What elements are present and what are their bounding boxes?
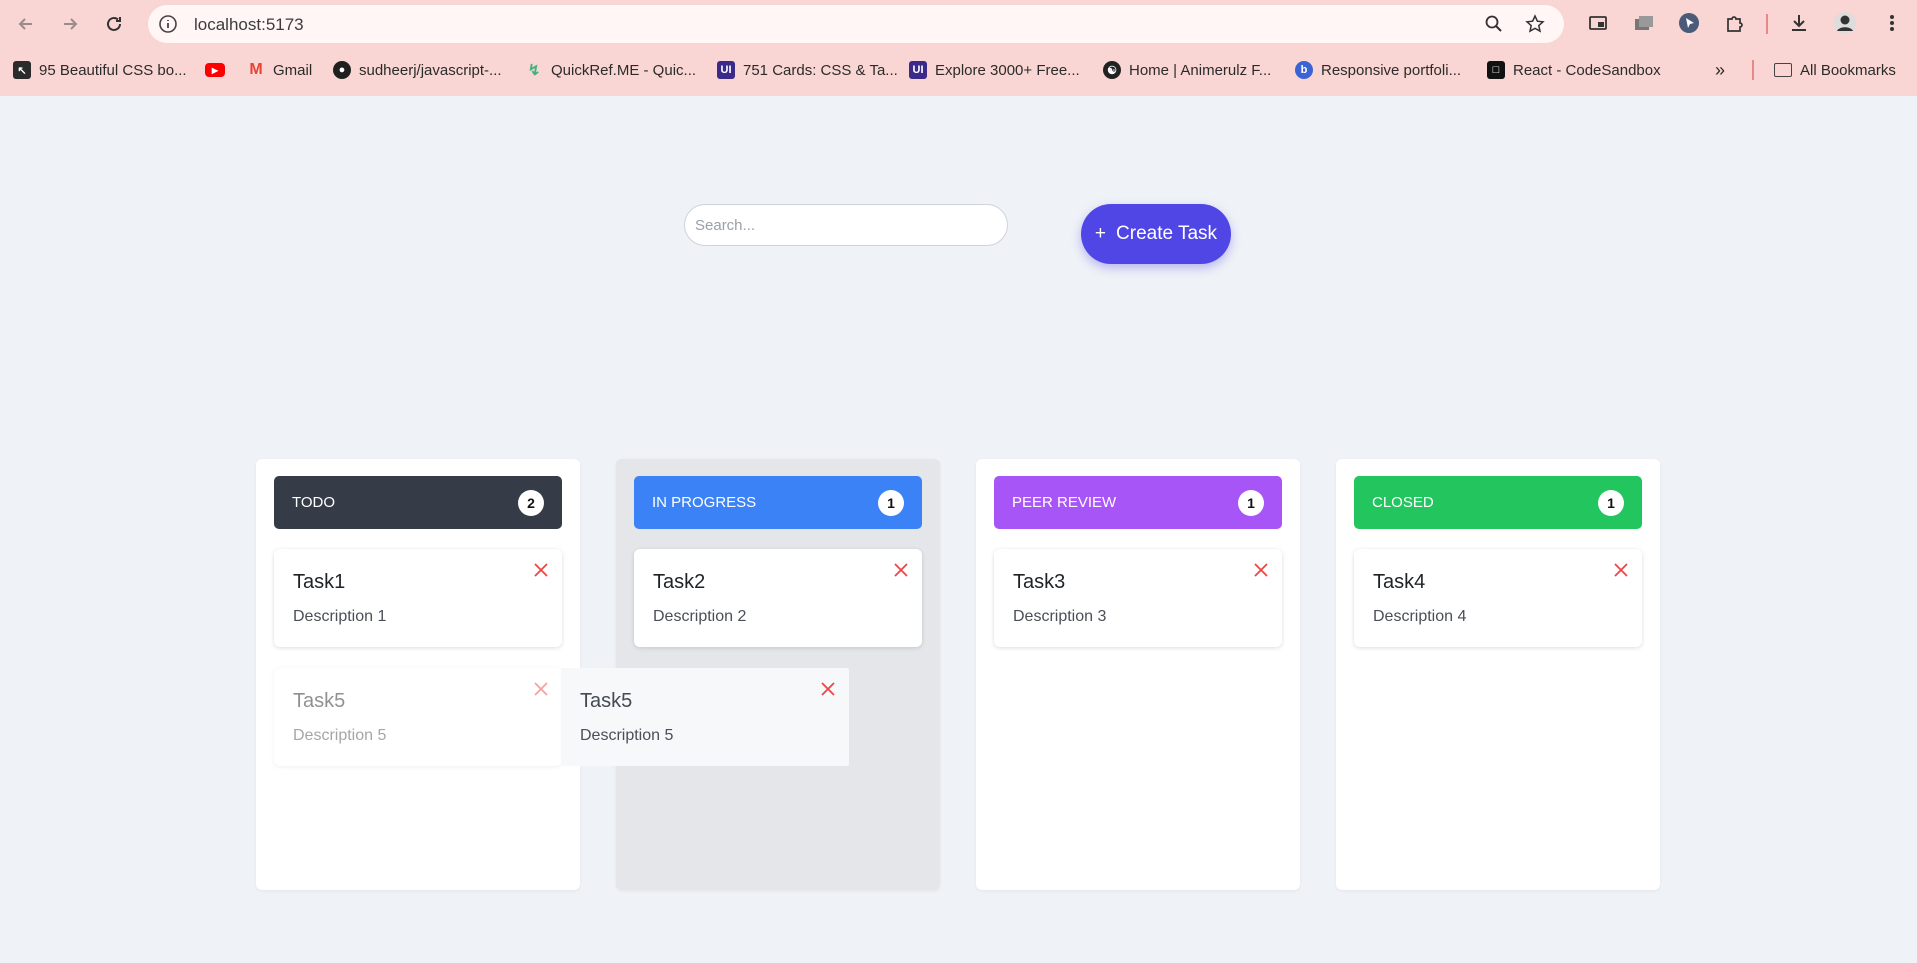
all-bookmarks-folder[interactable]: All Bookmarks <box>1774 56 1896 84</box>
bookmark-label: Home | Animerulz F... <box>1129 61 1272 79</box>
column-header: PEER REVIEW 1 <box>994 476 1282 529</box>
toolbar-divider <box>1766 14 1768 34</box>
codepen-icon: ↖ <box>13 61 31 79</box>
bookmark-item[interactable]: UI 751 Cards: CSS & Ta... <box>717 56 898 84</box>
task-title: Task3 <box>1013 571 1066 593</box>
task-title: Task5 <box>580 690 633 712</box>
bookmark-label: 95 Beautiful CSS bo... <box>39 61 187 79</box>
task-title: Task4 <box>1373 571 1426 593</box>
column-title: CLOSED <box>1372 494 1434 511</box>
task-count-badge: 2 <box>518 489 544 516</box>
delete-task-icon[interactable] <box>818 679 838 699</box>
column-title: IN PROGRESS <box>652 494 757 511</box>
task-description: Description 5 <box>293 727 387 744</box>
extension-cursor-icon[interactable] <box>1677 11 1701 35</box>
delete-task-icon[interactable] <box>891 560 911 580</box>
site-info-icon[interactable] <box>158 14 178 34</box>
delete-task-icon[interactable] <box>531 679 551 699</box>
bookmark-item[interactable]: ↯ QuickRef.ME - Quic... <box>525 56 696 84</box>
delete-task-icon[interactable] <box>1251 560 1271 580</box>
bookmarks-bar: ↖ 95 Beautiful CSS bo... ▶ M Gmail ● sud… <box>0 56 1917 84</box>
extensions-puzzle-icon[interactable] <box>1722 11 1746 35</box>
task-description: Description 3 <box>1013 608 1107 625</box>
bookmark-item[interactable]: UI Explore 3000+ Free... <box>909 56 1080 84</box>
bookmark-label: Explore 3000+ Free... <box>935 61 1080 79</box>
bookmark-item[interactable]: ▶ <box>205 56 233 84</box>
delete-task-icon[interactable] <box>1611 560 1631 580</box>
yinyang-icon: ☯ <box>1103 61 1121 79</box>
address-bar[interactable]: localhost:5173 <box>148 5 1564 43</box>
bookmark-item[interactable]: ↖ 95 Beautiful CSS bo... <box>13 56 187 84</box>
column-title: TODO <box>292 494 336 511</box>
task-card[interactable]: Task2 Description 2 <box>634 549 922 647</box>
task-count-badge: 1 <box>878 489 904 516</box>
task-title: Task2 <box>653 571 706 593</box>
bookmark-item[interactable]: ● sudheerj/javascript-... <box>333 56 502 84</box>
bookmark-item[interactable]: ☯ Home | Animerulz F... <box>1103 56 1271 84</box>
uiverse-icon: UI <box>717 61 735 79</box>
bookmark-label: sudheerj/javascript-... <box>359 61 502 79</box>
column-peer-review[interactable]: PEER REVIEW 1 Task3 Description 3 <box>976 459 1300 890</box>
search-input[interactable] <box>684 204 1008 246</box>
task-title: Task1 <box>293 571 346 593</box>
task-count-badge: 1 <box>1598 489 1624 516</box>
column-title: PEER REVIEW <box>1012 494 1117 511</box>
bookmark-item[interactable]: □ React - CodeSandbox <box>1487 56 1661 84</box>
folder-icon <box>1774 63 1792 77</box>
task-description: Description 5 <box>580 727 674 744</box>
task-card[interactable]: Task4 Description 4 <box>1354 549 1642 647</box>
create-task-button[interactable]: + Create Task <box>1081 204 1231 264</box>
youtube-icon: ▶ <box>205 63 225 77</box>
column-header: CLOSED 1 <box>1354 476 1642 529</box>
task-card[interactable]: Task1 Description 1 <box>274 549 562 647</box>
task-description: Description 2 <box>653 608 747 625</box>
browser-chrome: localhost:5173 ↖ 95 Beautiful CSS bo... … <box>0 0 1917 96</box>
url-text[interactable]: localhost:5173 <box>194 15 304 35</box>
download-icon[interactable] <box>1787 11 1811 35</box>
reload-icon[interactable] <box>102 12 126 36</box>
tabs-icon[interactable] <box>1632 11 1656 35</box>
task-card-drag-source[interactable]: Task5 Description 5 <box>274 668 562 766</box>
uiverse-icon: UI <box>909 61 927 79</box>
bookmark-label: Responsive portfoli... <box>1321 61 1462 79</box>
zoom-icon[interactable] <box>1484 14 1504 34</box>
delete-task-icon[interactable] <box>531 560 551 580</box>
bookmark-label: QuickRef.ME - Quic... <box>551 61 697 79</box>
browser-menu-icon[interactable] <box>1880 11 1904 35</box>
bookmark-label: React - CodeSandbox <box>1513 61 1661 79</box>
codesandbox-icon: □ <box>1487 61 1505 79</box>
column-header: IN PROGRESS 1 <box>634 476 922 529</box>
back-icon[interactable] <box>14 12 38 36</box>
task-title: Task5 <box>293 690 346 712</box>
bookmark-label: All Bookmarks <box>1800 61 1896 79</box>
bookmark-label: Gmail <box>273 61 313 79</box>
bookmark-star-icon[interactable] <box>1525 14 1545 34</box>
column-header: TODO 2 <box>274 476 562 529</box>
plus-icon: + <box>1094 223 1107 244</box>
forward-icon[interactable] <box>58 12 82 36</box>
column-closed[interactable]: CLOSED 1 Task4 Description 4 <box>1336 459 1660 890</box>
bookmark-item[interactable]: M Gmail <box>247 56 312 84</box>
more-bookmarks-icon[interactable]: » <box>1715 56 1725 84</box>
picture-in-picture-icon[interactable] <box>1586 11 1610 35</box>
task-count-badge: 1 <box>1238 489 1264 516</box>
bookmark-label: 751 Cards: CSS & Ta... <box>743 61 898 79</box>
bing-icon: b <box>1295 61 1313 79</box>
task-description: Description 1 <box>293 608 387 625</box>
task-card[interactable]: Task3 Description 3 <box>994 549 1282 647</box>
quickref-icon: ↯ <box>527 62 541 79</box>
dragging-task-card[interactable]: Task5 Description 5 <box>561 668 849 766</box>
gmail-icon: M <box>249 61 263 78</box>
create-task-label: Create Task <box>1116 223 1218 244</box>
bookmarks-divider <box>1752 60 1754 80</box>
column-todo[interactable]: TODO 2 Task1 Description 1 Task5 Descrip… <box>256 459 580 890</box>
task-description: Description 4 <box>1373 608 1467 625</box>
bookmark-item[interactable]: b Responsive portfoli... <box>1295 56 1461 84</box>
github-icon: ● <box>333 61 351 79</box>
profile-avatar-icon[interactable] <box>1833 11 1857 35</box>
